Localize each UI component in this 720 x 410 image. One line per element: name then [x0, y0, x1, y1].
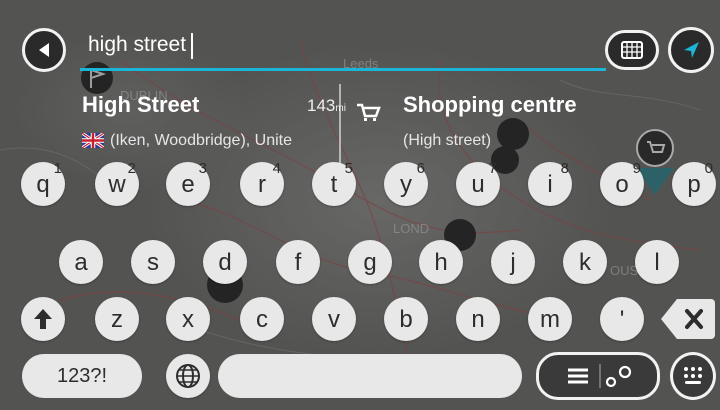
- search-underline: [80, 68, 606, 71]
- key-k[interactable]: k: [563, 240, 607, 284]
- search-result-high-street[interactable]: High Street 143mi (Iken, Woodbridge), Un…: [82, 90, 346, 165]
- key-d[interactable]: d: [203, 240, 247, 284]
- text-cursor: [191, 33, 193, 59]
- uk-flag-icon: [82, 133, 104, 148]
- result-title: Shopping centre: [403, 92, 577, 117]
- navigate-button[interactable]: [668, 27, 714, 73]
- search-result-shopping-centre[interactable]: Shopping centre (High street): [355, 90, 635, 165]
- result-title: High Street: [82, 92, 200, 117]
- key-m[interactable]: m: [528, 297, 572, 341]
- key-r[interactable]: r4: [240, 160, 284, 206]
- results-divider: [339, 84, 341, 172]
- results-list-toggle[interactable]: [536, 352, 660, 400]
- result-subtitle: (High street): [403, 132, 492, 149]
- result-subtitle: (Iken, Woodbridge), Unite: [82, 132, 327, 150]
- key-o[interactable]: o9: [600, 160, 644, 206]
- key-f[interactable]: f: [276, 240, 320, 284]
- shift-key[interactable]: [21, 297, 65, 341]
- shopping-cart-icon: [357, 103, 381, 121]
- key-y[interactable]: y6: [384, 160, 428, 206]
- space-key[interactable]: [218, 354, 522, 398]
- backspace-key[interactable]: [659, 297, 717, 341]
- list-map-toggle-icon: [568, 364, 632, 388]
- back-button[interactable]: [22, 28, 66, 72]
- key-h[interactable]: h: [419, 240, 463, 284]
- globe-icon: [176, 364, 200, 388]
- key-e[interactable]: e3: [166, 160, 210, 206]
- key-l[interactable]: l: [635, 240, 679, 284]
- key-q[interactable]: q1: [21, 160, 65, 206]
- map-icon: [621, 41, 643, 59]
- key-apostrophe[interactable]: ': [600, 297, 644, 341]
- shift-arrow-icon: [34, 309, 52, 329]
- map-view-button[interactable]: [605, 30, 659, 70]
- key-c[interactable]: c: [240, 297, 284, 341]
- key-z[interactable]: z: [95, 297, 139, 341]
- back-arrow-icon: [39, 43, 49, 57]
- keyboard-hide-button[interactable]: [670, 352, 716, 400]
- key-a[interactable]: a: [59, 240, 103, 284]
- key-b[interactable]: b: [384, 297, 428, 341]
- key-p[interactable]: p0: [672, 160, 716, 206]
- symbols-key[interactable]: 123?!: [22, 354, 142, 398]
- navigation-arrow-icon: [684, 42, 699, 58]
- language-key[interactable]: [166, 354, 210, 398]
- key-t[interactable]: t5: [312, 160, 356, 206]
- key-v[interactable]: v: [312, 297, 356, 341]
- key-w[interactable]: w2: [95, 160, 139, 206]
- key-x[interactable]: x: [166, 297, 210, 341]
- keyboard-icon: [684, 367, 702, 384]
- backspace-icon: [661, 299, 715, 339]
- key-n[interactable]: n: [456, 297, 500, 341]
- key-i[interactable]: i8: [528, 160, 572, 206]
- key-u[interactable]: u7: [456, 160, 500, 206]
- key-s[interactable]: s: [131, 240, 175, 284]
- key-j[interactable]: j: [491, 240, 535, 284]
- key-g[interactable]: g: [348, 240, 392, 284]
- search-input[interactable]: high street: [88, 33, 186, 57]
